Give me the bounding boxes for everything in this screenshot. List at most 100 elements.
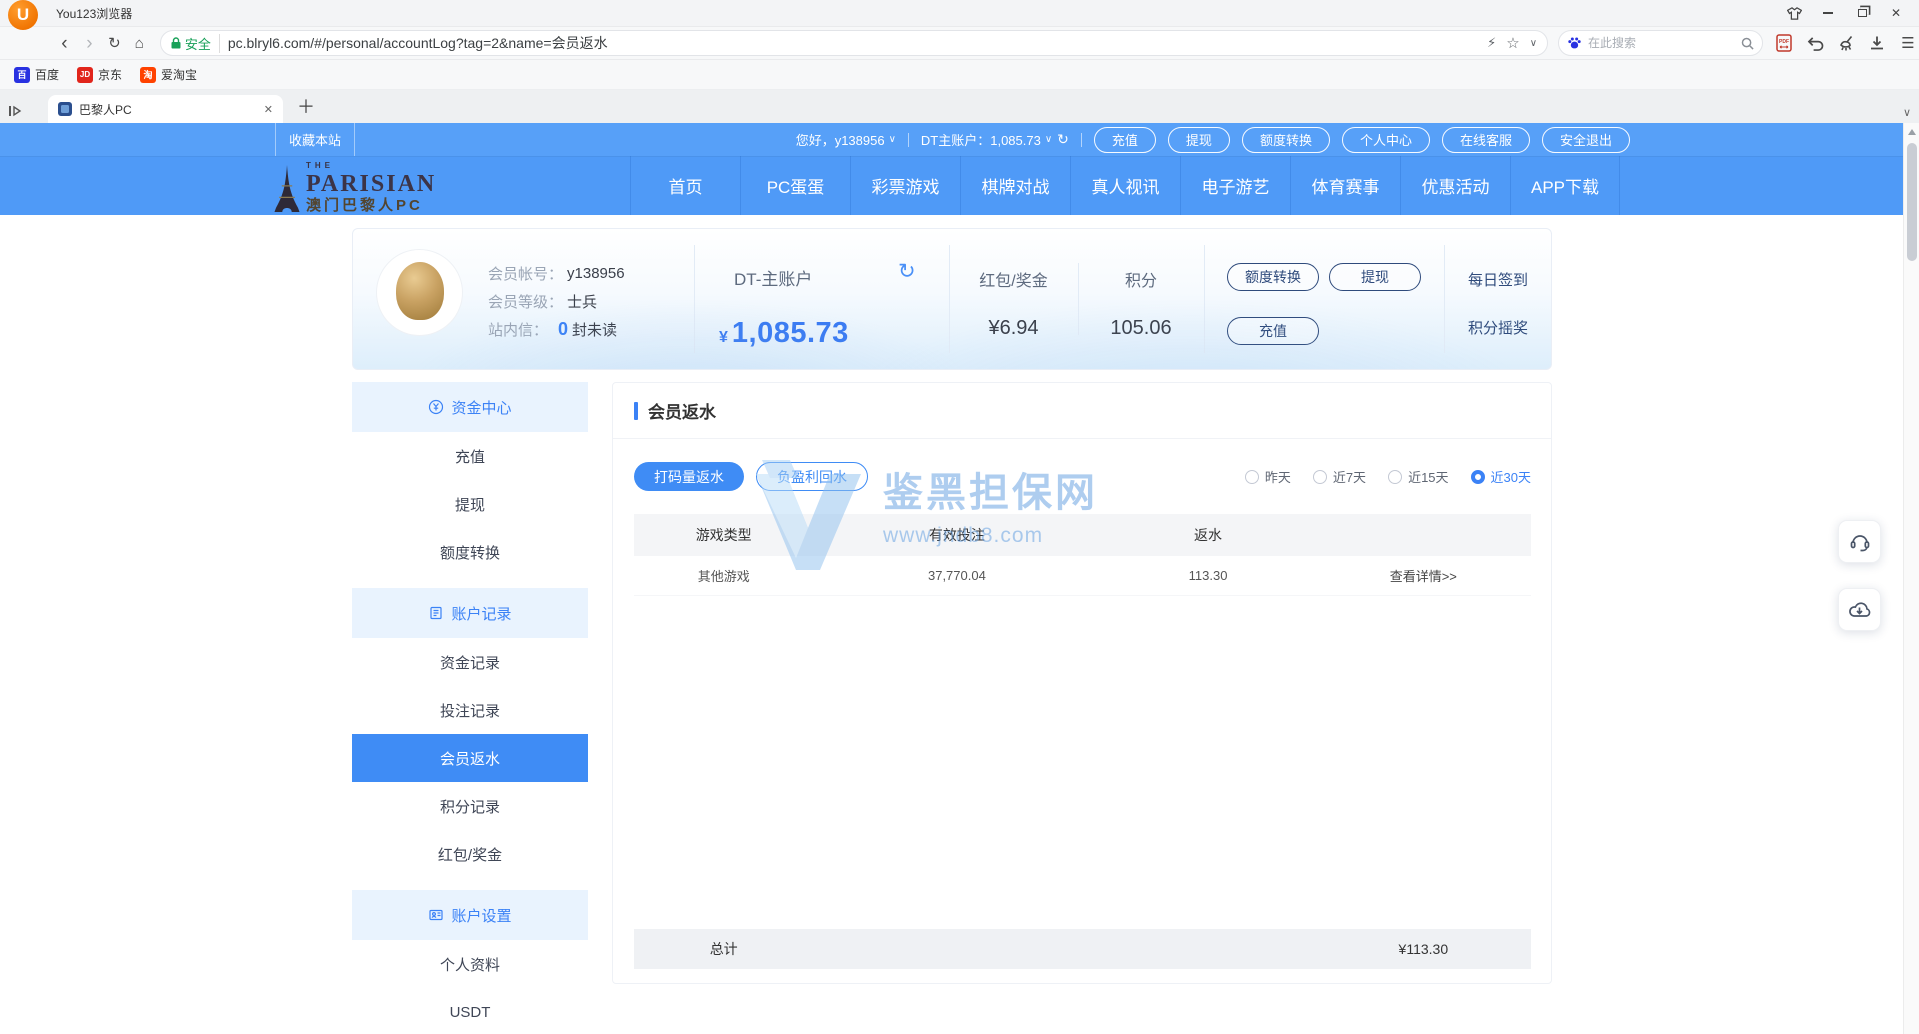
tab-close-icon[interactable]: ✕ xyxy=(264,103,273,116)
sidebar-item-deposit[interactable]: 充值 xyxy=(352,432,588,480)
bookmark-taobao[interactable]: 淘 爱淘宝 xyxy=(140,66,197,83)
undo-icon[interactable] xyxy=(1804,32,1826,54)
page-scrollbar[interactable] xyxy=(1903,123,1919,1034)
home-icon[interactable]: ⌂ xyxy=(127,36,152,51)
search-icon[interactable] xyxy=(1741,37,1754,50)
search-box[interactable] xyxy=(1558,30,1763,56)
pdf-tool-icon[interactable]: PDF xyxy=(1773,32,1795,54)
minimize-button[interactable] xyxy=(1815,3,1841,23)
menu-icon[interactable]: ☰ xyxy=(1897,32,1919,54)
funds-icon xyxy=(428,399,444,415)
close-button[interactable]: ✕ xyxy=(1883,3,1909,23)
nav-item-egames[interactable]: 电子游艺 xyxy=(1180,156,1290,215)
radio-selected-icon xyxy=(1471,470,1485,484)
bookmark-star-icon[interactable]: ☆ xyxy=(1506,34,1519,52)
baidu-paw-icon xyxy=(1567,36,1582,51)
tab-parisian[interactable]: 巴黎人PC ✕ xyxy=(48,95,283,123)
view-details-link[interactable]: 查看详情>> xyxy=(1316,566,1531,585)
refresh-balance-icon[interactable]: ↻ xyxy=(1057,131,1069,148)
card-withdraw-button[interactable]: 提现 xyxy=(1329,263,1421,291)
url-dropdown-icon[interactable]: ∨ xyxy=(1530,38,1537,49)
cell-rebate: 113.30 xyxy=(1100,568,1315,583)
sidebar-item-profile[interactable]: 个人资料 xyxy=(352,940,588,988)
user-greeting-dropdown[interactable]: 您好，y138956∨ xyxy=(796,130,896,149)
cleaner-broom-icon[interactable] xyxy=(1835,32,1857,54)
topbar-customer-service-button[interactable]: 在线客服 xyxy=(1442,127,1530,153)
daily-signin-link[interactable]: 每日签到 xyxy=(1468,269,1528,290)
cell-valid-bet: 37,770.04 xyxy=(813,568,1100,583)
cloud-download-float-button[interactable] xyxy=(1838,588,1881,631)
tab-favicon xyxy=(58,102,72,116)
wallet-dropdown[interactable]: DT主账户：1,085.73∨ ↻ xyxy=(921,130,1069,149)
page-title: 会员返水 xyxy=(648,398,716,423)
favorite-site-link[interactable]: 收藏本站 xyxy=(275,123,355,156)
nav-item-sports[interactable]: 体育赛事 xyxy=(1290,156,1400,215)
sidebar-item-withdraw[interactable]: 提现 xyxy=(352,480,588,528)
title-accent-bar xyxy=(634,402,638,420)
radio-icon xyxy=(1245,470,1259,484)
scrollbar-thumb[interactable] xyxy=(1907,143,1917,261)
total-label: 总计 xyxy=(634,939,813,959)
search-input[interactable] xyxy=(1588,36,1735,50)
sidebar-item-usdt[interactable]: USDT xyxy=(352,988,588,1034)
nav-item-live[interactable]: 真人视讯 xyxy=(1070,156,1180,215)
download-icon[interactable] xyxy=(1866,32,1888,54)
customer-service-float-button[interactable] xyxy=(1838,520,1881,563)
topbar-personal-center-button[interactable]: 个人中心 xyxy=(1342,127,1430,153)
nav-item-home[interactable]: 首页 xyxy=(630,156,740,215)
scroll-up-arrow-icon[interactable] xyxy=(1908,129,1916,135)
topbar-withdraw-button[interactable]: 提现 xyxy=(1168,127,1230,153)
sidebar: 资金中心 充值 提现 额度转换 账户记录 资金记录 投注记录 会员返水 积分记录… xyxy=(352,382,588,1034)
skin-theme-icon[interactable] xyxy=(1781,3,1807,23)
back-icon[interactable]: ‹ xyxy=(52,34,77,53)
tab-code-rebate[interactable]: 打码量返水 xyxy=(634,462,744,491)
bookmark-jd[interactable]: JD 京东 xyxy=(77,66,122,83)
sidebar-collapse-icon[interactable] xyxy=(0,99,30,123)
logo-the: THE xyxy=(306,162,436,170)
sidebar-header-settings: 账户设置 xyxy=(352,890,588,940)
topbar-deposit-button[interactable]: 充值 xyxy=(1094,127,1156,153)
topbar-logout-button[interactable]: 安全退出 xyxy=(1542,127,1630,153)
bookmark-baidu[interactable]: 百 百度 xyxy=(14,66,59,83)
points-lottery-link[interactable]: 积分摇奖 xyxy=(1468,317,1528,338)
topbar-transfer-button[interactable]: 额度转换 xyxy=(1242,127,1330,153)
nav-item-promos[interactable]: 优惠活动 xyxy=(1400,156,1510,215)
filter-yesterday[interactable]: 昨天 xyxy=(1245,467,1291,486)
panel-toolbar: 打码量返水 负盈利回水 昨天 近7天 近15天 近30天 xyxy=(613,439,1551,514)
nav-item-chess[interactable]: 棋牌对战 xyxy=(960,156,1070,215)
main-panel: 会员返水 打码量返水 负盈利回水 昨天 近7天 近15天 近30天 游戏类型 有… xyxy=(612,382,1552,984)
tab-list-caret-icon[interactable]: ∨ xyxy=(1903,106,1911,119)
refresh-icon[interactable]: ↻ xyxy=(102,36,127,51)
rebate-table: 游戏类型 有效投注 返水 其他游戏 37,770.04 113.30 查看详情>… xyxy=(634,514,1531,596)
mail-row[interactable]: 站内信： 0 封未读 xyxy=(488,317,617,341)
profile-card: 会员帐号：y138956 会员等级：士兵 站内信： 0 封未读 DT-主账户 ↻… xyxy=(352,228,1552,370)
sidebar-item-transfer[interactable]: 额度转换 xyxy=(352,528,588,576)
filter-15days[interactable]: 近15天 xyxy=(1388,467,1448,486)
total-value: ¥113.30 xyxy=(1316,941,1531,957)
sidebar-item-fund-records[interactable]: 资金记录 xyxy=(352,638,588,686)
restore-button[interactable] xyxy=(1849,3,1875,23)
filter-30days[interactable]: 近30天 xyxy=(1471,467,1531,486)
cell-game-type: 其他游戏 xyxy=(634,566,813,585)
nav-item-app-download[interactable]: APP下载 xyxy=(1510,156,1620,215)
nav-item-pcdandan[interactable]: PC蛋蛋 xyxy=(740,156,850,215)
sidebar-item-member-rebate[interactable]: 会员返水 xyxy=(352,734,588,782)
divider xyxy=(908,133,909,147)
tab-loss-rebate[interactable]: 负盈利回水 xyxy=(756,462,868,491)
sidebar-item-bet-records[interactable]: 投注记录 xyxy=(352,686,588,734)
sidebar-item-bonus[interactable]: 红包/奖金 xyxy=(352,830,588,878)
card-transfer-button[interactable]: 额度转换 xyxy=(1227,263,1319,291)
forward-icon[interactable]: › xyxy=(77,34,102,53)
filter-7days[interactable]: 近7天 xyxy=(1313,467,1366,486)
nav-item-lottery[interactable]: 彩票游戏 xyxy=(850,156,960,215)
card-deposit-button[interactable]: 充值 xyxy=(1227,317,1319,345)
quick-access-icon[interactable]: ⚡ xyxy=(1487,35,1496,51)
new-tab-button[interactable]: ＋ xyxy=(297,93,315,119)
svg-text:PDF: PDF xyxy=(1779,39,1789,45)
sidebar-item-points-records[interactable]: 积分记录 xyxy=(352,782,588,830)
cloud-download-icon xyxy=(1847,598,1872,622)
site-logo[interactable]: THE PARISIAN 澳门巴黎人PC xyxy=(272,162,436,213)
address-bar[interactable]: 安全 pc.blryl6.com/#/personal/accountLog?t… xyxy=(160,30,1548,56)
logo-subtitle: 澳门巴黎人PC xyxy=(306,198,436,213)
refresh-wallet-icon[interactable]: ↻ xyxy=(898,259,916,284)
